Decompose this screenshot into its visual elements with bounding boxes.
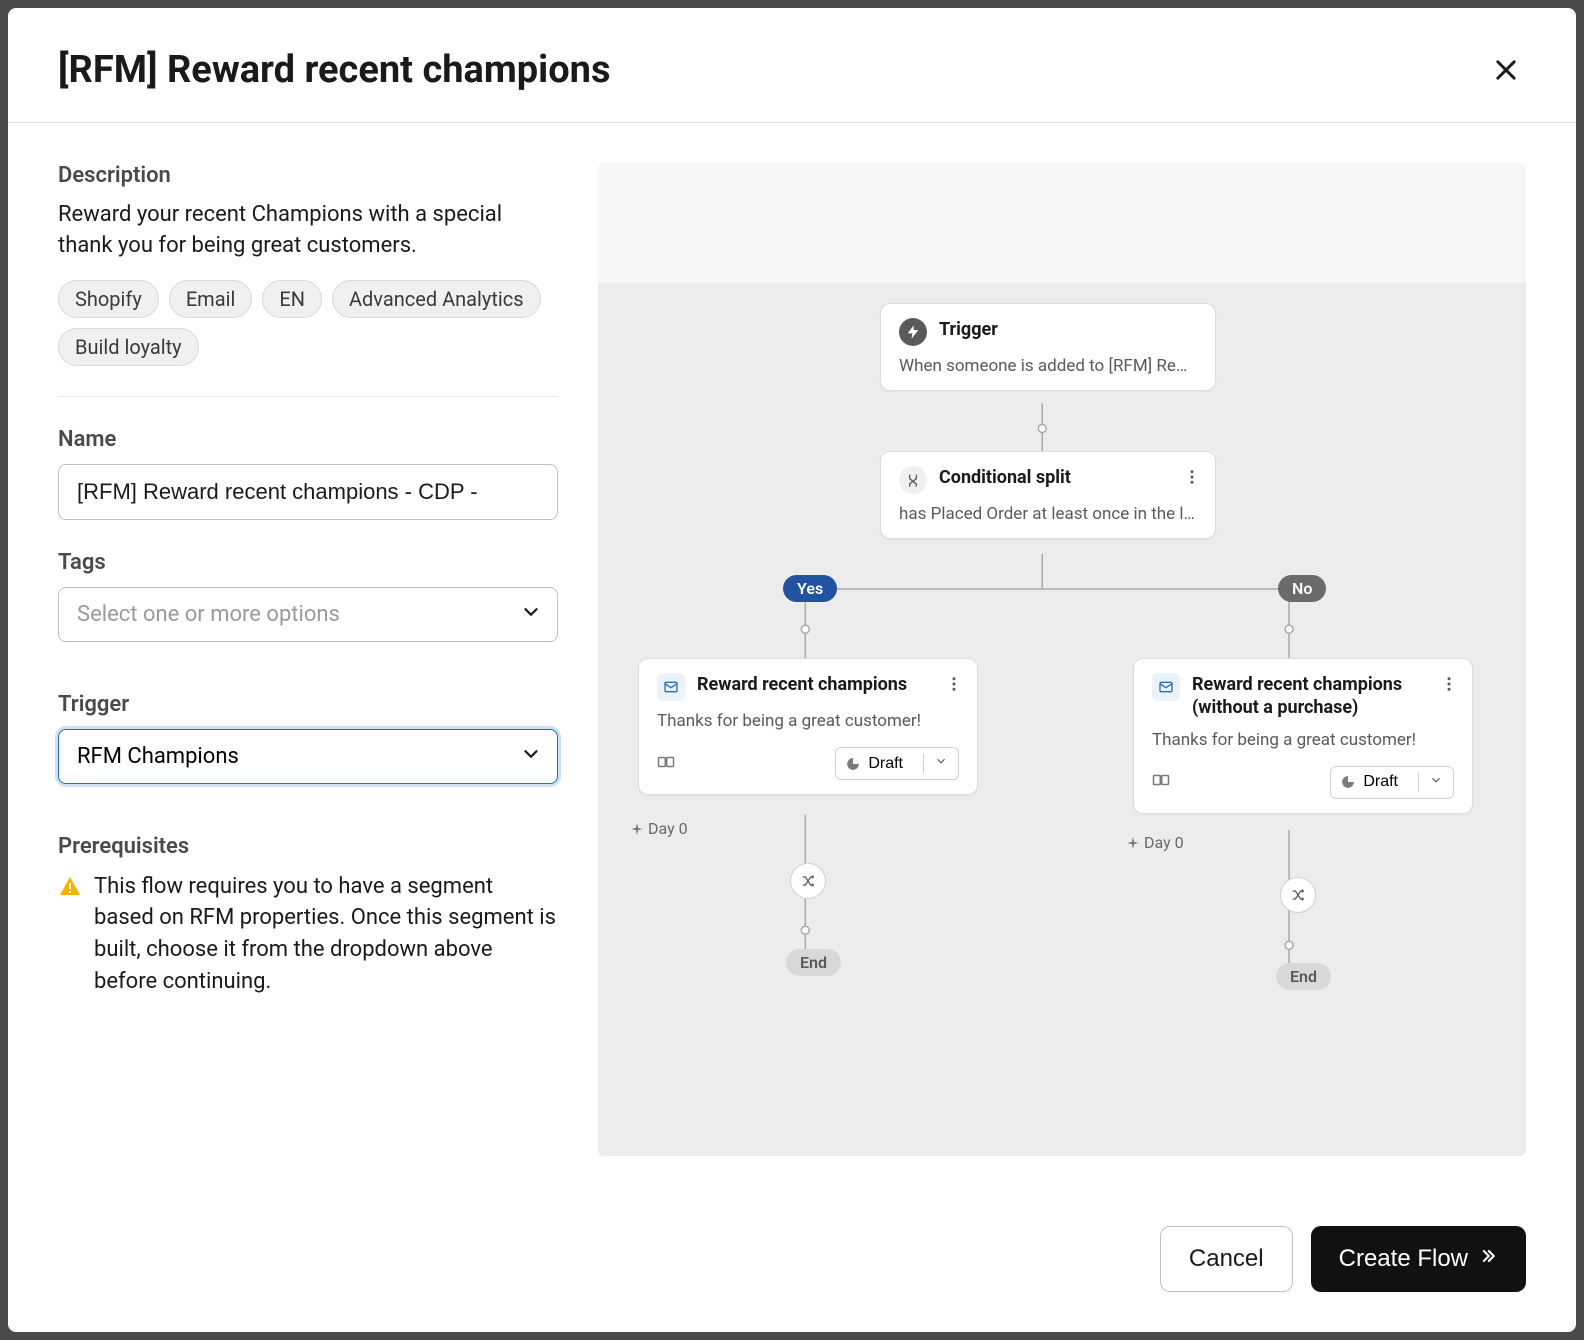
node-menu-button[interactable] — [945, 675, 963, 697]
end-node: End — [1276, 963, 1331, 990]
ab-test-icon — [1152, 771, 1170, 793]
day-label-no: Day 0 — [1126, 833, 1184, 852]
branch-yes-label: Yes — [783, 575, 837, 602]
tags-label: Tags — [58, 550, 558, 575]
bolt-icon — [899, 318, 927, 346]
email-node-yes[interactable]: Reward recent champions Thanks for being… — [638, 658, 978, 795]
draft-status-icon — [1341, 775, 1355, 789]
node-menu-button[interactable] — [1183, 468, 1201, 490]
flow-preview-panel: Trigger When someone is added to [RFM] R… — [598, 163, 1526, 1156]
mail-icon — [657, 673, 685, 701]
tag-chips-row: Shopify Email EN Advanced Analytics Buil… — [58, 280, 558, 397]
conditional-split-node[interactable]: Conditional split has Placed Order at le… — [880, 451, 1216, 539]
create-flow-label: Create Flow — [1339, 1245, 1468, 1273]
tag-chip: Advanced Analytics — [332, 280, 541, 318]
modal-header: [RFM] Reward recent champions — [8, 8, 1576, 123]
chevron-down-icon — [923, 754, 948, 773]
email-node-no[interactable]: Reward recent champions (without a purch… — [1133, 658, 1473, 814]
draft-status-icon — [846, 757, 860, 771]
node-menu-button[interactable] — [1440, 675, 1458, 697]
left-panel: Description Reward your recent Champions… — [58, 163, 558, 1156]
trigger-select[interactable]: RFM Champions — [58, 729, 558, 784]
tags-section: Tags Select one or more options — [58, 550, 558, 642]
chevron-down-icon — [1418, 773, 1443, 792]
chevron-right-double-icon — [1478, 1245, 1498, 1273]
trigger-select-display: RFM Champions — [58, 729, 558, 784]
ab-test-icon — [657, 753, 675, 775]
cancel-button[interactable]: Cancel — [1160, 1226, 1293, 1292]
tag-chip: Email — [169, 280, 253, 318]
trigger-label: Trigger — [58, 692, 558, 717]
add-step-button[interactable] — [790, 863, 826, 899]
name-label: Name — [58, 427, 558, 452]
name-section: Name — [58, 427, 558, 520]
add-step-button[interactable] — [1280, 877, 1316, 913]
trigger-node[interactable]: Trigger When someone is added to [RFM] R… — [880, 303, 1216, 391]
tag-chip: Shopify — [58, 280, 159, 318]
prerequisites-text: This flow requires you to have a segment… — [94, 871, 558, 999]
warning-icon — [58, 875, 82, 903]
modal-dialog: [RFM] Reward recent champions Descriptio… — [8, 8, 1576, 1332]
shuffle-icon — [1290, 887, 1306, 903]
status-label: Draft — [868, 755, 903, 773]
tags-select-display: Select one or more options — [58, 587, 558, 642]
sparkle-icon — [1126, 836, 1140, 850]
description-label: Description — [58, 163, 558, 188]
prerequisites-section: Prerequisites This flow requires you to … — [58, 834, 558, 999]
split-node-title: Conditional split — [939, 466, 1071, 489]
flow-canvas[interactable]: Trigger When someone is added to [RFM] R… — [598, 163, 1526, 1156]
sparkle-icon — [630, 822, 644, 836]
day-label-yes: Day 0 — [630, 819, 688, 838]
email-yes-title: Reward recent champions — [697, 673, 907, 696]
shuffle-icon — [800, 873, 816, 889]
tag-chip: EN — [262, 280, 322, 318]
email-no-title: Reward recent champions (without a purch… — [1192, 673, 1454, 720]
email-no-subtitle: Thanks for being a great customer! — [1152, 730, 1454, 750]
close-icon — [1492, 56, 1520, 84]
status-dropdown[interactable]: Draft — [835, 747, 959, 780]
trigger-node-title: Trigger — [939, 318, 998, 341]
tag-chip: Build loyalty — [58, 328, 199, 366]
trigger-node-subtitle: When someone is added to [RFM] Rewar... — [899, 356, 1197, 376]
status-dropdown[interactable]: Draft — [1330, 766, 1454, 799]
name-input[interactable] — [58, 464, 558, 520]
mail-icon — [1152, 673, 1180, 701]
trigger-section: Trigger RFM Champions — [58, 692, 558, 784]
email-yes-subtitle: Thanks for being a great customer! — [657, 711, 959, 731]
modal-title: [RFM] Reward recent champions — [58, 48, 611, 92]
modal-body: Description Reward your recent Champions… — [8, 123, 1576, 1196]
close-button[interactable] — [1486, 50, 1526, 90]
tags-select[interactable]: Select one or more options — [58, 587, 558, 642]
modal-footer: Cancel Create Flow — [8, 1196, 1576, 1332]
description-section: Description Reward your recent Champions… — [58, 163, 558, 397]
branch-no-label: No — [1278, 575, 1326, 602]
split-node-subtitle: has Placed Order at least once in the la… — [899, 504, 1197, 524]
create-flow-button[interactable]: Create Flow — [1311, 1226, 1526, 1292]
prerequisites-label: Prerequisites — [58, 834, 558, 859]
split-icon — [899, 466, 927, 494]
end-node: End — [786, 949, 841, 976]
description-text: Reward your recent Champions with a spec… — [58, 200, 558, 262]
status-label: Draft — [1363, 773, 1398, 791]
